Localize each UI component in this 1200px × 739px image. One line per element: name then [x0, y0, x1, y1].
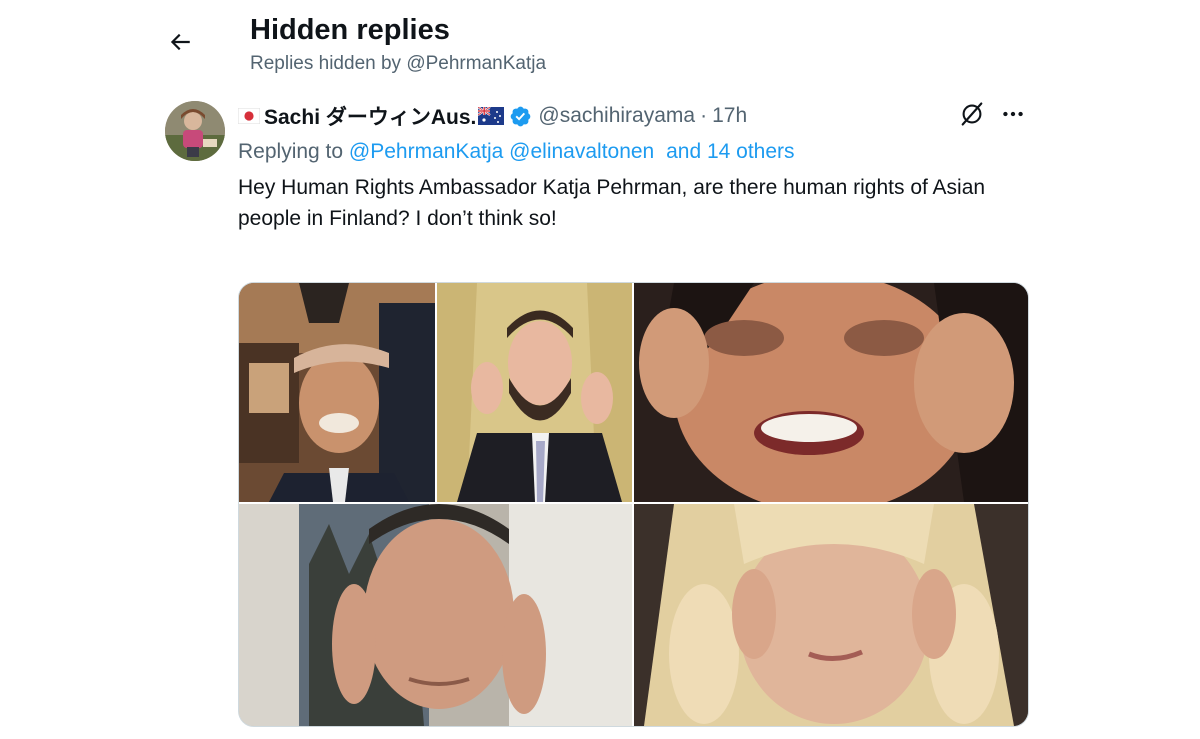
- tweet-text: Hey Human Rights Ambassador Katja Pehrma…: [238, 176, 986, 230]
- japan-flag-icon: [238, 108, 260, 124]
- mention-pehrmankatja[interactable]: @PehrmanKatja: [349, 140, 503, 163]
- media-image-1[interactable]: [239, 283, 435, 502]
- page-title: Hidden replies: [250, 14, 450, 46]
- australia-flag-icon: [478, 107, 505, 125]
- arrow-left-icon: [167, 29, 193, 60]
- verified-badge-icon: [509, 105, 532, 128]
- tweet-timestamp[interactable]: 17h: [712, 104, 747, 128]
- hide-reply-icon: [958, 100, 986, 133]
- author-display-name[interactable]: Sachi ダーウィンAus.: [264, 101, 476, 131]
- author-handle[interactable]: @sachihirayama: [538, 104, 695, 128]
- replying-to: Replying to @PehrmanKatja @elinavaltonen…: [238, 138, 795, 166]
- media-image-4[interactable]: [239, 504, 632, 726]
- back-button[interactable]: [160, 24, 200, 64]
- author-row: Sachi ダーウィンAus. @sachihirayama · 17h: [238, 100, 747, 132]
- page-subtitle: Replies hidden by @PehrmanKatja: [250, 53, 547, 74]
- more-dots-icon: [1000, 101, 1026, 132]
- mention-elinavaltonen[interactable]: @elinavaltonen: [509, 140, 654, 163]
- media-divider-vertical-bottom: [632, 504, 634, 726]
- separator-dot: ·: [700, 104, 708, 127]
- media-divider-vertical-top-2: [632, 283, 634, 502]
- media-divider-vertical-top-1: [435, 283, 437, 502]
- media-image-5[interactable]: [634, 504, 1028, 726]
- media-grid: [238, 282, 1029, 727]
- avatar[interactable]: [165, 101, 225, 161]
- media-image-2[interactable]: [437, 283, 632, 502]
- media-image-3[interactable]: [634, 283, 1028, 502]
- unhide-reply-button[interactable]: [956, 100, 988, 132]
- mention-others[interactable]: and 14 others: [666, 140, 794, 163]
- more-button[interactable]: [997, 100, 1029, 132]
- replying-prefix: Replying to: [238, 140, 344, 163]
